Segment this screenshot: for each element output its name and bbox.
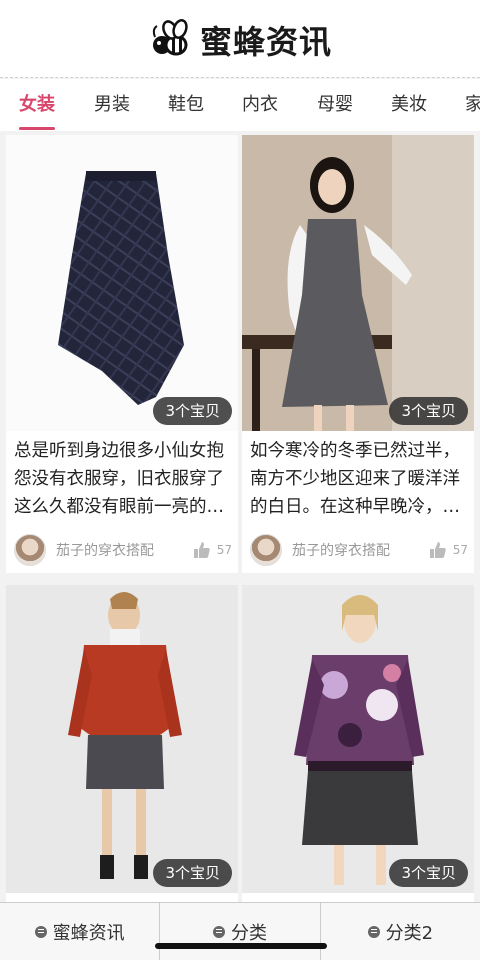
menu-icon bbox=[212, 925, 225, 938]
article-card[interactable]: 3个宝贝 bbox=[6, 585, 238, 905]
card-image-floral-sweater[interactable]: 3个宝贝 bbox=[242, 585, 474, 893]
tab-women[interactable]: 女装 bbox=[19, 79, 55, 131]
author-name[interactable]: 茄子的穿衣搭配 bbox=[292, 540, 390, 560]
grey-dress-image bbox=[242, 135, 474, 431]
like-counter[interactable]: 57 bbox=[193, 541, 232, 559]
app-header: 蜜蜂资讯 bbox=[0, 0, 480, 78]
card-image-grey-dress[interactable]: 3个宝贝 bbox=[242, 135, 474, 431]
category-tabs: 女装 男装 鞋包 内衣 母婴 美妆 家 bbox=[0, 79, 480, 131]
card-meta: 茄子的穿衣搭配 57 bbox=[250, 533, 468, 567]
red-coat-image bbox=[6, 585, 238, 893]
thumbs-up-icon bbox=[429, 542, 446, 558]
footer-item-category-2[interactable]: 分类2 bbox=[321, 903, 480, 960]
card-excerpt[interactable]: 总是听到身边很多小仙女抱怨没有衣服穿，旧衣服穿了这么久都没有眼前一亮的… bbox=[14, 437, 232, 521]
like-count: 57 bbox=[452, 543, 468, 557]
footer-item-category[interactable]: 分类 bbox=[160, 903, 321, 960]
like-counter[interactable]: 57 bbox=[429, 541, 468, 559]
item-count-badge: 3个宝贝 bbox=[389, 397, 468, 425]
article-card[interactable]: 3个宝贝 总是听到身边很多小仙女抱怨没有衣服穿，旧衣服穿了这么久都没有眼前一亮的… bbox=[6, 135, 238, 573]
footer-label: 分类 bbox=[230, 922, 267, 944]
menu-icon bbox=[34, 925, 47, 938]
thumbs-up-icon bbox=[193, 542, 210, 558]
like-count: 57 bbox=[216, 543, 232, 557]
menu-icon bbox=[367, 925, 380, 938]
tab-mother-baby[interactable]: 母婴 bbox=[317, 79, 353, 131]
card-image-plaid-skirt[interactable]: 3个宝贝 bbox=[6, 135, 238, 431]
tab-home[interactable]: 家 bbox=[465, 79, 480, 131]
card-meta: 茄子的穿衣搭配 57 bbox=[14, 533, 232, 567]
tab-beauty[interactable]: 美妆 bbox=[391, 79, 427, 131]
item-count-badge: 3个宝贝 bbox=[389, 859, 468, 887]
bottom-nav: 蜜蜂资讯 分类 分类2 bbox=[0, 902, 480, 960]
logo[interactable]: 蜜蜂资讯 bbox=[0, 14, 480, 66]
footer-label: 蜜蜂资讯 bbox=[52, 922, 125, 944]
tab-underwear[interactable]: 内衣 bbox=[242, 79, 278, 131]
tab-shoes-bags[interactable]: 鞋包 bbox=[168, 79, 204, 131]
logo-text: 蜜蜂资讯 bbox=[199, 23, 332, 61]
author-name[interactable]: 茄子的穿衣搭配 bbox=[56, 540, 154, 560]
item-count-badge: 3个宝贝 bbox=[153, 397, 232, 425]
article-card[interactable]: 3个宝贝 如今寒冷的冬季已然过半，南方不少地区迎来了暖洋洋的白日。在这种早晚冷，… bbox=[242, 135, 474, 573]
plaid-skirt-image bbox=[6, 135, 238, 431]
article-card[interactable]: 3个宝贝 bbox=[242, 585, 474, 905]
footer-label: 分类2 bbox=[385, 922, 434, 944]
floral-sweater-image bbox=[242, 585, 474, 893]
active-tab-indicator bbox=[19, 127, 55, 130]
home-indicator[interactable] bbox=[155, 943, 327, 949]
card-excerpt[interactable]: 如今寒冷的冬季已然过半，南方不少地区迎来了暖洋洋的白日。在这种早晚冷，… bbox=[250, 437, 468, 521]
bee-icon bbox=[152, 19, 188, 56]
tab-men[interactable]: 男装 bbox=[94, 79, 130, 131]
avatar[interactable] bbox=[14, 534, 46, 566]
footer-item-bee-news[interactable]: 蜜蜂资讯 bbox=[0, 903, 161, 960]
item-count-badge: 3个宝贝 bbox=[153, 859, 232, 887]
card-image-red-coat[interactable]: 3个宝贝 bbox=[6, 585, 238, 893]
avatar[interactable] bbox=[250, 534, 282, 566]
